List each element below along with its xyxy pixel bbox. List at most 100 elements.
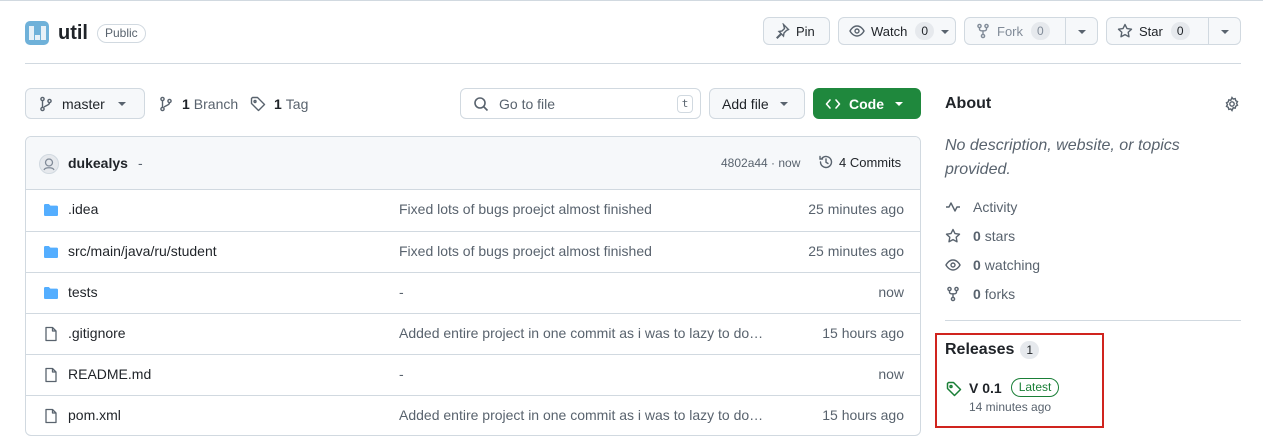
activity-label: Activity bbox=[973, 199, 1018, 215]
history-icon bbox=[819, 155, 833, 169]
file-commit-message[interactable]: - bbox=[399, 366, 787, 382]
file-icon bbox=[43, 408, 59, 424]
star-button[interactable]: Star 0 bbox=[1106, 17, 1241, 45]
file-commit-message[interactable]: Added entire project in one commit as i … bbox=[399, 325, 787, 341]
folder-icon bbox=[43, 285, 59, 301]
pin-button[interactable]: Pin bbox=[763, 17, 830, 45]
code-label: Code bbox=[849, 95, 884, 112]
file-name[interactable]: tests bbox=[68, 284, 98, 300]
release-name: V 0.1 bbox=[969, 379, 1002, 396]
branch-name: master bbox=[62, 95, 105, 112]
stars-link[interactable]: 0 stars bbox=[945, 226, 1015, 246]
commit-author[interactable]: dukealys bbox=[68, 155, 128, 171]
file-commit-message[interactable]: Added entire project in one commit as i … bbox=[399, 407, 787, 423]
file-commit-date: 25 minutes ago bbox=[808, 243, 904, 259]
add-file-label: Add file bbox=[722, 95, 769, 112]
watch-count: 0 bbox=[915, 22, 935, 40]
about-title: About bbox=[945, 95, 992, 112]
table-row[interactable]: src/main/java/ru/student Fixed lots of bu… bbox=[26, 231, 920, 272]
chevron-down-icon bbox=[779, 101, 788, 106]
code-icon bbox=[825, 98, 841, 109]
file-name[interactable]: src/main/java/ru/student bbox=[68, 243, 217, 259]
file-name[interactable]: .idea bbox=[68, 201, 98, 217]
git-branch-icon bbox=[40, 96, 52, 111]
tag-label: Tag bbox=[285, 96, 309, 112]
chevron-down-icon bbox=[895, 101, 903, 106]
watch-button[interactable]: Watch 0 bbox=[838, 17, 956, 45]
search-icon bbox=[474, 96, 489, 111]
stars-count: 0 bbox=[973, 228, 981, 244]
visibility-badge: Public bbox=[97, 23, 146, 43]
sidebar-divider bbox=[945, 320, 1241, 321]
repo-name[interactable]: util bbox=[58, 22, 88, 45]
latest-release-link[interactable]: V 0.1 Latest bbox=[969, 378, 1060, 397]
forks-count: 0 bbox=[973, 286, 981, 302]
file-icon bbox=[43, 326, 59, 342]
star-icon bbox=[945, 228, 961, 243]
branch-count: 1 bbox=[182, 96, 190, 112]
tag-icon bbox=[946, 381, 962, 397]
fork-label: Fork bbox=[997, 23, 1023, 39]
activity-link[interactable]: Activity bbox=[945, 197, 1017, 217]
table-row[interactable]: README.md - now bbox=[26, 354, 920, 395]
tag-count: 1 bbox=[274, 96, 282, 112]
shortcut-key: t bbox=[677, 95, 693, 113]
header-divider bbox=[25, 63, 1241, 64]
git-branch-icon bbox=[160, 96, 172, 112]
chevron-down-icon bbox=[117, 101, 126, 106]
file-commit-message[interactable]: - bbox=[399, 284, 787, 300]
avatar[interactable] bbox=[39, 154, 59, 174]
table-row[interactable]: .idea Fixed lots of bugs proejct almost f… bbox=[26, 190, 920, 231]
search-placeholder: Go to file bbox=[499, 95, 556, 112]
file-name[interactable]: README.md bbox=[68, 366, 151, 382]
commits-label: 4 Commits bbox=[839, 154, 902, 170]
fork-icon bbox=[977, 23, 989, 39]
branch-selector[interactable]: master bbox=[25, 88, 145, 119]
watching-link[interactable]: 0 watching bbox=[945, 255, 1040, 275]
repo-avatar[interactable] bbox=[25, 21, 49, 45]
tags-link[interactable]: 1 Tag bbox=[250, 95, 308, 113]
releases-title: Releases bbox=[945, 341, 1015, 358]
fork-dropdown-chevron-icon[interactable] bbox=[1077, 28, 1087, 36]
repo-header: util Public bbox=[25, 18, 146, 48]
file-commit-date: now bbox=[878, 284, 904, 300]
file-commit-date: 25 minutes ago bbox=[808, 201, 904, 217]
table-row[interactable]: pom.xml Added entire project in one commi… bbox=[26, 395, 920, 435]
latest-badge: Latest bbox=[1010, 378, 1060, 397]
file-table: dukealys - 4802a44 · now 4 Commits .idea… bbox=[25, 136, 921, 436]
release-date: 14 minutes ago bbox=[969, 400, 1052, 414]
commits-history-link[interactable]: 4 Commits bbox=[818, 154, 901, 170]
stars-label: stars bbox=[984, 228, 1016, 244]
table-row[interactable]: .gitignore Added entire project in one co… bbox=[26, 313, 920, 354]
file-name[interactable]: pom.xml bbox=[68, 407, 121, 423]
chevron-down-icon bbox=[941, 30, 949, 34]
commit-sha-time[interactable]: 4802a44 · now bbox=[721, 156, 800, 170]
latest-commit-bar: dukealys - 4802a44 · now 4 Commits bbox=[26, 137, 920, 190]
file-icon bbox=[43, 367, 59, 383]
file-name[interactable]: .gitignore bbox=[68, 325, 126, 341]
eye-icon bbox=[849, 25, 865, 37]
file-commit-date: 15 hours ago bbox=[822, 407, 904, 423]
releases-heading[interactable]: Releases 1 bbox=[945, 341, 1040, 359]
gear-icon[interactable] bbox=[1224, 96, 1240, 112]
code-button[interactable]: Code bbox=[813, 88, 921, 119]
go-to-file-input[interactable]: Go to file t bbox=[460, 88, 701, 119]
watching-label: watching bbox=[984, 257, 1041, 273]
file-commit-date: 15 hours ago bbox=[822, 325, 904, 341]
forks-link[interactable]: 0 forks bbox=[945, 284, 1015, 304]
forks-label: forks bbox=[984, 286, 1016, 302]
tag-icon bbox=[250, 96, 266, 112]
folder-icon bbox=[43, 202, 59, 218]
pin-label: Pin bbox=[796, 23, 815, 39]
file-commit-message[interactable]: Fixed lots of bugs proejct almost finish… bbox=[399, 201, 787, 217]
branches-link[interactable]: 1 Branch bbox=[158, 95, 238, 113]
fork-button[interactable]: Fork 0 bbox=[964, 17, 1098, 45]
watching-count: 0 bbox=[973, 257, 981, 273]
pulse-icon bbox=[946, 202, 960, 212]
file-commit-message[interactable]: Fixed lots of bugs proejct almost finish… bbox=[399, 243, 787, 259]
folder-icon bbox=[43, 244, 59, 260]
table-row[interactable]: tests - now bbox=[26, 272, 920, 313]
add-file-button[interactable]: Add file bbox=[709, 88, 805, 119]
star-label: Star bbox=[1139, 23, 1163, 39]
star-dropdown-chevron-icon[interactable] bbox=[1220, 28, 1230, 36]
